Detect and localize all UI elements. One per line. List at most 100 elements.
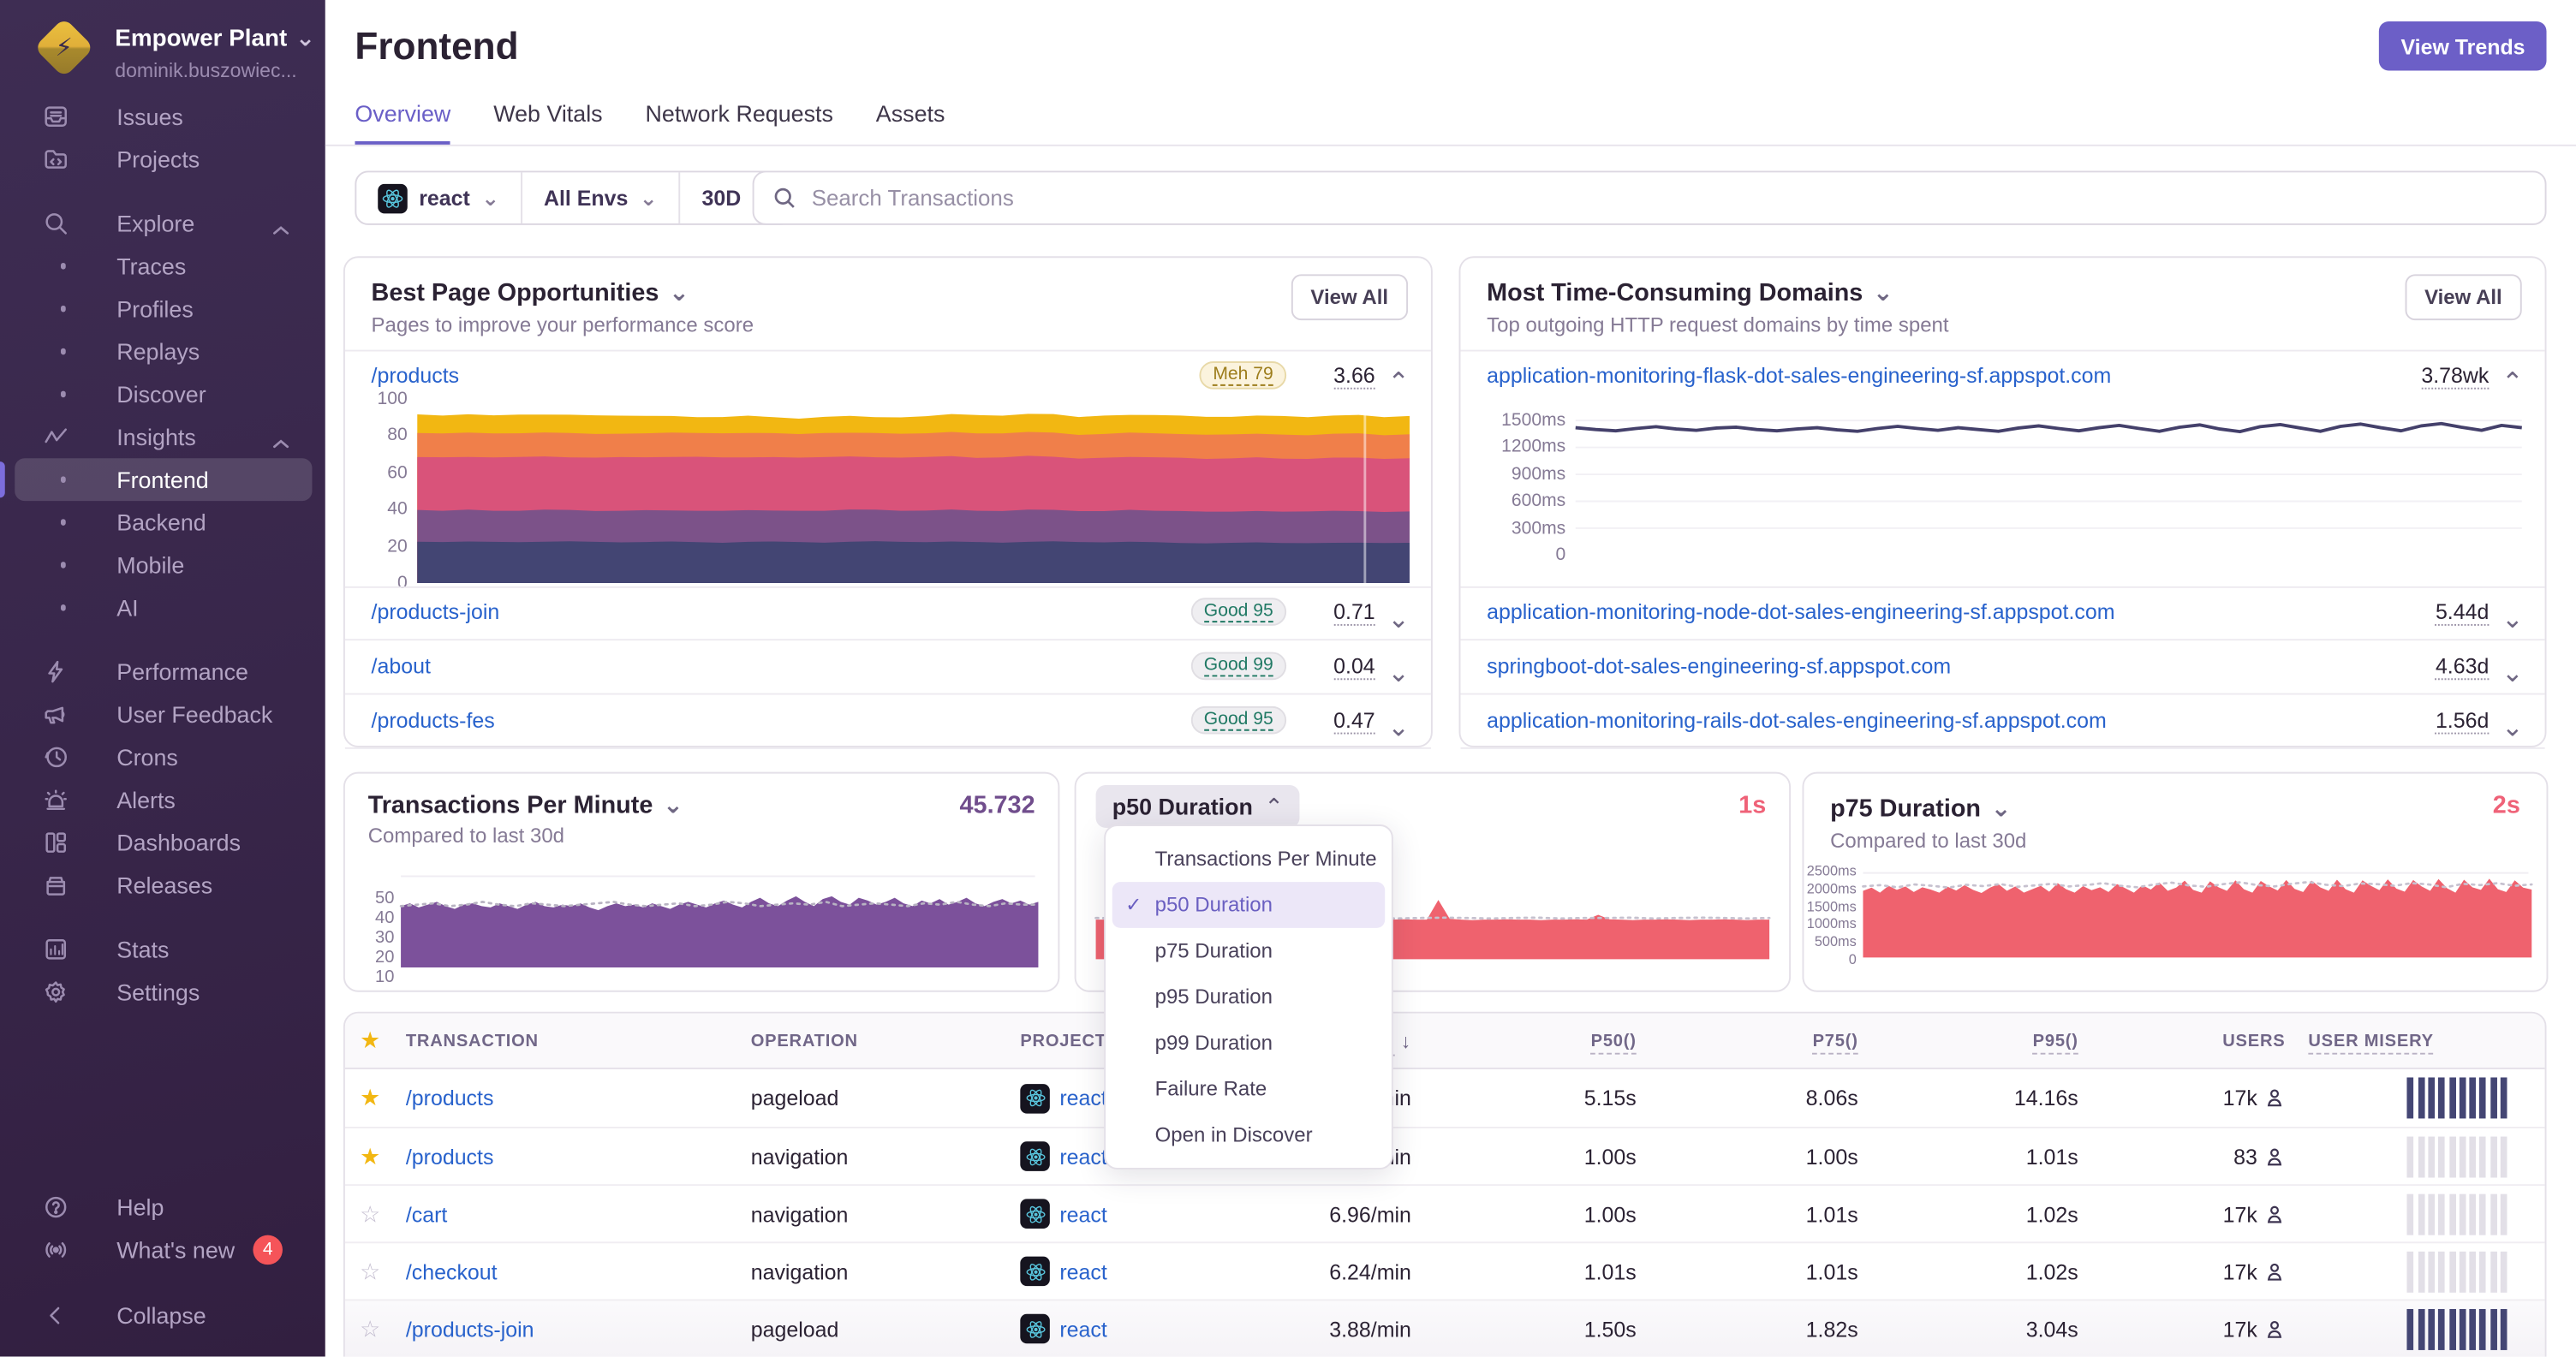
org-switcher[interactable]: ⚡ Empower Plant ⌄ dominik.buszowiec... xyxy=(0,0,325,109)
tab-overview[interactable]: Overview xyxy=(355,100,451,146)
sidebar-item-issues[interactable]: Issues xyxy=(0,95,325,138)
transaction-link[interactable]: /products xyxy=(406,1144,494,1169)
sidebar-item-replays[interactable]: Replays xyxy=(0,330,325,373)
column-header-p95[interactable]: P95() xyxy=(1869,1030,2090,1054)
sidebar-item-ai[interactable]: AI xyxy=(0,586,325,629)
sidebar-item-stats[interactable]: Stats xyxy=(0,928,325,971)
sidebar-item-dashboards[interactable]: Dashboards xyxy=(0,821,325,864)
chevron-down-icon[interactable]: ⌄ xyxy=(2501,711,2524,744)
sidebar-item-releases[interactable]: Releases xyxy=(0,864,325,907)
menu-item-open-in-discover[interactable]: Open in Discover xyxy=(1112,1112,1385,1158)
transaction-link[interactable]: /products xyxy=(406,1086,494,1110)
column-header-operation[interactable]: OPERATION xyxy=(739,1031,1009,1050)
environment-filter[interactable]: All Envs ⌄ xyxy=(522,172,681,223)
star-filled-icon[interactable]: ★ xyxy=(345,1142,395,1170)
chevron-down-icon[interactable]: ⌄ xyxy=(2501,603,2524,635)
domain-link[interactable]: application-monitoring-rails-dot-sales-e… xyxy=(1487,708,2107,733)
chevron-down-icon: ⌄ xyxy=(639,184,658,210)
sidebar-item-alerts[interactable]: Alerts xyxy=(0,778,325,821)
page-value[interactable]: 0.47 xyxy=(1333,708,1375,735)
page-value[interactable]: 0.71 xyxy=(1333,599,1375,626)
search-input[interactable] xyxy=(811,185,2527,211)
chevron-up-icon[interactable]: ⌃ xyxy=(2501,366,2524,399)
domain-value[interactable]: 4.63d xyxy=(2435,654,2490,681)
sidebar-item-traces[interactable]: Traces xyxy=(0,245,325,288)
tab-network-requests[interactable]: Network Requests xyxy=(645,100,832,146)
metric-select-button[interactable]: p50 Duration ⌃ xyxy=(1095,784,1301,828)
tab-web-vitals[interactable]: Web Vitals xyxy=(493,100,602,146)
star-outline-icon[interactable]: ☆ xyxy=(345,1315,395,1343)
chart-title[interactable]: p75 Duration ⌄ xyxy=(1830,794,2012,824)
menu-item-failure-rate[interactable]: Failure Rate xyxy=(1112,1066,1385,1112)
page-link[interactable]: /about xyxy=(372,654,431,679)
panel-title[interactable]: Most Time-Consuming Domains ⌄ xyxy=(1487,277,1893,307)
menu-item-p75-duration[interactable]: p75 Duration xyxy=(1112,928,1385,974)
chart-title[interactable]: Transactions Per Minute ⌄ xyxy=(368,790,683,820)
sidebar-item-mobile[interactable]: Mobile xyxy=(0,544,325,586)
star-column-header[interactable]: ★ xyxy=(345,1027,395,1055)
transaction-link[interactable]: /products-join xyxy=(406,1317,534,1342)
domain-value[interactable]: 5.44d xyxy=(2435,599,2490,626)
transaction-link[interactable]: /cart xyxy=(406,1201,448,1226)
sidebar-item-insights[interactable]: Insights xyxy=(0,415,325,458)
chevron-down-icon[interactable]: ⌄ xyxy=(1387,603,1410,635)
column-header-usermisery[interactable]: USER MISERY xyxy=(2297,1030,2545,1054)
project-link[interactable]: react xyxy=(1059,1086,1106,1110)
sidebar-item-frontend[interactable]: Frontend xyxy=(0,458,325,502)
menu-item-transactions-per-minute[interactable]: Transactions Per Minute xyxy=(1112,836,1385,882)
score-badge[interactable]: Good 95 xyxy=(1190,598,1287,626)
domain-value[interactable]: 1.56d xyxy=(2435,708,2490,735)
panel-title[interactable]: Best Page Opportunities ⌄ xyxy=(372,277,689,307)
score-badge[interactable]: Good 99 xyxy=(1190,652,1287,681)
view-trends-button[interactable]: View Trends xyxy=(2379,21,2547,71)
star-outline-icon[interactable]: ☆ xyxy=(345,1199,395,1228)
sidebar-item-performance[interactable]: Performance xyxy=(0,651,325,693)
view-all-button[interactable]: View All xyxy=(1291,274,1409,321)
column-header-transaction[interactable]: TRANSACTION xyxy=(394,1031,739,1050)
sidebar-item-explore[interactable]: Explore xyxy=(0,202,325,245)
score-badge[interactable]: Good 95 xyxy=(1190,705,1287,735)
project-link[interactable]: react xyxy=(1059,1201,1106,1226)
menu-item-p50-duration[interactable]: ✓ p50 Duration xyxy=(1112,882,1386,928)
tab-assets[interactable]: Assets xyxy=(876,100,945,146)
transaction-link[interactable]: /checkout xyxy=(406,1259,498,1283)
sidebar-item-settings[interactable]: Settings xyxy=(0,971,325,1014)
opportunity-value[interactable]: 3.66 xyxy=(1333,363,1375,390)
domain-link[interactable]: springboot-dot-sales-engineering-sf.apps… xyxy=(1487,654,1951,679)
transaction-link[interactable]: /products xyxy=(372,363,460,388)
sidebar-item-projects[interactable]: Projects xyxy=(0,138,325,181)
column-header-p75[interactable]: P75() xyxy=(1648,1030,1869,1054)
menu-item-p95-duration[interactable]: p95 Duration xyxy=(1112,974,1385,1021)
project-link[interactable]: react xyxy=(1059,1259,1106,1283)
score-badge[interactable]: Meh 79 xyxy=(1200,361,1287,390)
view-all-button[interactable]: View All xyxy=(2405,274,2522,321)
page-link[interactable]: /products-join xyxy=(372,599,500,624)
menu-item-p99-duration[interactable]: p99 Duration xyxy=(1112,1020,1385,1066)
sidebar-item-backend[interactable]: Backend xyxy=(0,501,325,544)
sidebar-item-help[interactable]: Help xyxy=(0,1186,325,1229)
project-link[interactable]: react xyxy=(1059,1317,1106,1342)
chevron-down-icon[interactable]: ⌄ xyxy=(1387,711,1410,744)
sidebar-item-profiles[interactable]: Profiles xyxy=(0,288,325,330)
project-filter[interactable]: react ⌄ xyxy=(356,172,523,223)
domain-link[interactable]: application-monitoring-flask-dot-sales-e… xyxy=(1487,363,2111,388)
domain-link[interactable]: application-monitoring-node-dot-sales-en… xyxy=(1487,599,2114,624)
sidebar-item-collapse[interactable]: Collapse xyxy=(0,1295,325,1337)
chevron-down-icon[interactable]: ⌄ xyxy=(2501,657,2524,689)
page-value[interactable]: 0.04 xyxy=(1333,654,1375,681)
column-header-users[interactable]: USERS xyxy=(2090,1031,2297,1050)
chevron-up-icon[interactable]: ⌃ xyxy=(1387,366,1410,399)
sidebar-item-discover[interactable]: Discover xyxy=(0,372,325,415)
sidebar-item-what-s-new[interactable]: What's new 4 xyxy=(0,1229,325,1271)
broadcast-icon xyxy=(41,1236,69,1265)
star-filled-icon[interactable]: ★ xyxy=(345,1084,395,1112)
divider xyxy=(1460,747,2545,749)
column-header-p50[interactable]: P50() xyxy=(1422,1030,1648,1054)
project-link[interactable]: react xyxy=(1059,1144,1106,1169)
chevron-down-icon[interactable]: ⌄ xyxy=(1387,657,1410,689)
time-spent-value[interactable]: 3.78wk xyxy=(2421,363,2490,390)
sidebar-item-user-feedback[interactable]: User Feedback xyxy=(0,693,325,736)
sidebar-item-crons[interactable]: Crons xyxy=(0,735,325,778)
star-outline-icon[interactable]: ☆ xyxy=(345,1258,395,1286)
page-link[interactable]: /products-fes xyxy=(372,708,495,733)
